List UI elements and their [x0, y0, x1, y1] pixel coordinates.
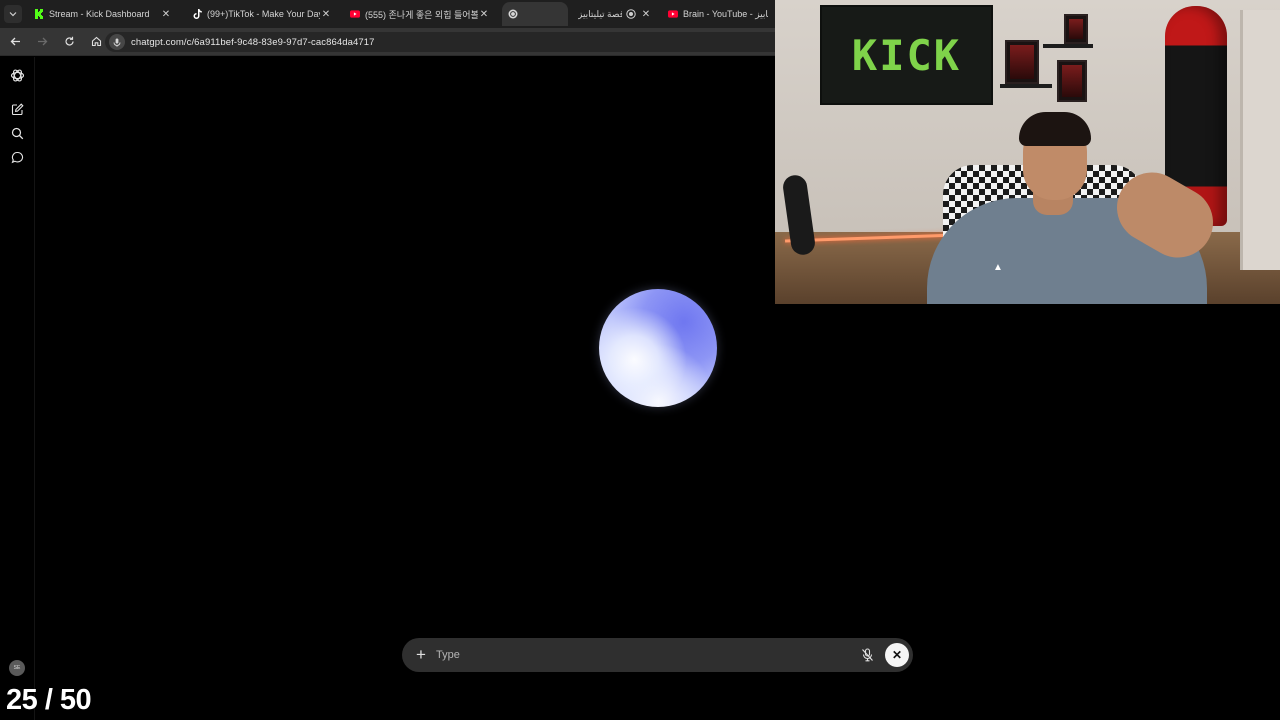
- screen: Stream - Kick Dashboard ✕ (99+)TikTok - …: [0, 0, 1280, 720]
- progress-counter: 25 / 50: [6, 684, 92, 716]
- avatar[interactable]: SE: [9, 660, 25, 676]
- chevron-down-icon: [4, 5, 22, 23]
- voice-orb: [599, 289, 717, 407]
- back-button[interactable]: [3, 30, 27, 54]
- chat-bubble-icon[interactable]: [8, 148, 26, 166]
- kick-banner: KICK: [820, 5, 993, 105]
- tab-title: قصة تيليتابيز: [578, 8, 622, 19]
- microphone-off-icon: [861, 648, 873, 662]
- search-icon[interactable]: [8, 124, 26, 142]
- add-attachment-button[interactable]: +: [412, 645, 430, 664]
- tab-chatgpt[interactable]: [502, 2, 568, 26]
- mute-microphone-button[interactable]: [859, 647, 875, 663]
- webcam-overlay: KICK ▲: [775, 0, 1280, 304]
- shelf-unit: [1240, 10, 1280, 270]
- tab-title: (99+)TikTok - Make Your Day: [207, 9, 320, 19]
- reload-button[interactable]: [57, 30, 81, 54]
- openai-logo-icon[interactable]: [8, 66, 26, 84]
- recording-icon: [626, 9, 636, 19]
- kick-icon: [34, 9, 44, 19]
- tab-search-button[interactable]: [0, 0, 26, 28]
- tab-title: Stream - Kick Dashboard: [49, 9, 150, 19]
- picture-frame: [1057, 60, 1087, 102]
- banner-text: KICK: [851, 30, 962, 80]
- sidebar-rail: SE: [0, 57, 35, 720]
- close-icon[interactable]: ✕: [478, 9, 490, 20]
- tab-youtube-brain[interactable]: Brain - YouTube - تيليتابيز: [662, 2, 774, 26]
- arrow-right-icon: [37, 37, 47, 46]
- site-info-button[interactable]: [109, 34, 125, 50]
- chatgpt-icon: [508, 9, 518, 19]
- home-icon: [91, 36, 101, 47]
- reload-icon: [64, 36, 74, 46]
- tab-title: Brain - YouTube - تيليتابيز: [683, 8, 768, 19]
- picture-frame: [1064, 14, 1088, 44]
- tiktok-icon: [192, 9, 202, 19]
- arrow-left-icon: [10, 37, 20, 46]
- message-input[interactable]: [436, 646, 836, 664]
- tab-youtube-music[interactable]: (555) 존나게 좋은 외힙 들어볼 ✕: [344, 2, 496, 26]
- close-icon[interactable]: ✕: [160, 9, 172, 20]
- close-icon[interactable]: ✕: [320, 9, 332, 20]
- close-icon[interactable]: ✕: [640, 9, 652, 20]
- tab-kick-dashboard[interactable]: Stream - Kick Dashboard ✕: [28, 2, 178, 26]
- url-text: chatgpt.com/c/6a911bef-9c48-83e9-97d7-ca…: [131, 36, 375, 48]
- wall-shelf: [1043, 44, 1093, 48]
- forward-button[interactable]: [30, 30, 54, 54]
- tab-tiktok[interactable]: (99+)TikTok - Make Your Day ✕: [186, 2, 338, 26]
- shirt-logo: ▲: [993, 262, 1003, 273]
- new-chat-icon[interactable]: [8, 100, 26, 118]
- youtube-icon: [668, 9, 678, 19]
- youtube-icon: [350, 9, 360, 19]
- address-bar[interactable]: chatgpt.com/c/6a911bef-9c48-83e9-97d7-ca…: [105, 32, 785, 52]
- streamer-hair: [1019, 112, 1091, 146]
- wall-shelf: [1000, 84, 1052, 88]
- picture-frame: [1005, 40, 1039, 84]
- tab-title: (555) 존나게 좋은 외힙 들어볼: [365, 9, 478, 20]
- voice-composer: + ✕: [402, 638, 913, 672]
- end-voice-button[interactable]: ✕: [885, 643, 909, 667]
- tab-teletubbies-story[interactable]: قصة تيليتابيز ✕: [572, 2, 658, 26]
- microphone-icon: [113, 38, 121, 47]
